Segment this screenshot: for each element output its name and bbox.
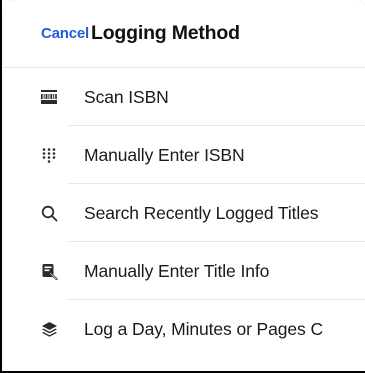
book-edit-icon [40, 262, 58, 280]
stack-layers-icon [40, 320, 58, 338]
keypad-icon [40, 146, 58, 164]
barcode-icon [40, 88, 58, 106]
option-label: Scan ISBN [84, 86, 169, 107]
option-scan-isbn[interactable]: Scan ISBN [4, 68, 365, 126]
cancel-button[interactable]: Cancel [41, 25, 89, 42]
search-icon [40, 204, 58, 222]
option-label: Manually Enter Title Info [84, 260, 270, 281]
option-label: Log a Day, Minutes or Pages C [84, 318, 323, 339]
logging-method-sheet: Cancel Logging Method Scan ISBN Manually… [4, 0, 365, 371]
option-manual-title[interactable]: Manually Enter Title Info [4, 242, 365, 300]
option-log-day[interactable]: Log a Day, Minutes or Pages C [4, 300, 365, 358]
sheet-header: Cancel Logging Method [4, 0, 365, 68]
logging-method-list: Scan ISBN Manually Enter ISBN Search Rec… [4, 68, 365, 358]
option-search-recent[interactable]: Search Recently Logged Titles [4, 184, 365, 242]
screen-frame: Cancel Logging Method Scan ISBN Manually… [0, 0, 365, 373]
option-label: Search Recently Logged Titles [84, 202, 319, 223]
option-manual-isbn[interactable]: Manually Enter ISBN [4, 126, 365, 184]
sheet-title: Logging Method [91, 22, 240, 44]
option-label: Manually Enter ISBN [84, 144, 245, 165]
